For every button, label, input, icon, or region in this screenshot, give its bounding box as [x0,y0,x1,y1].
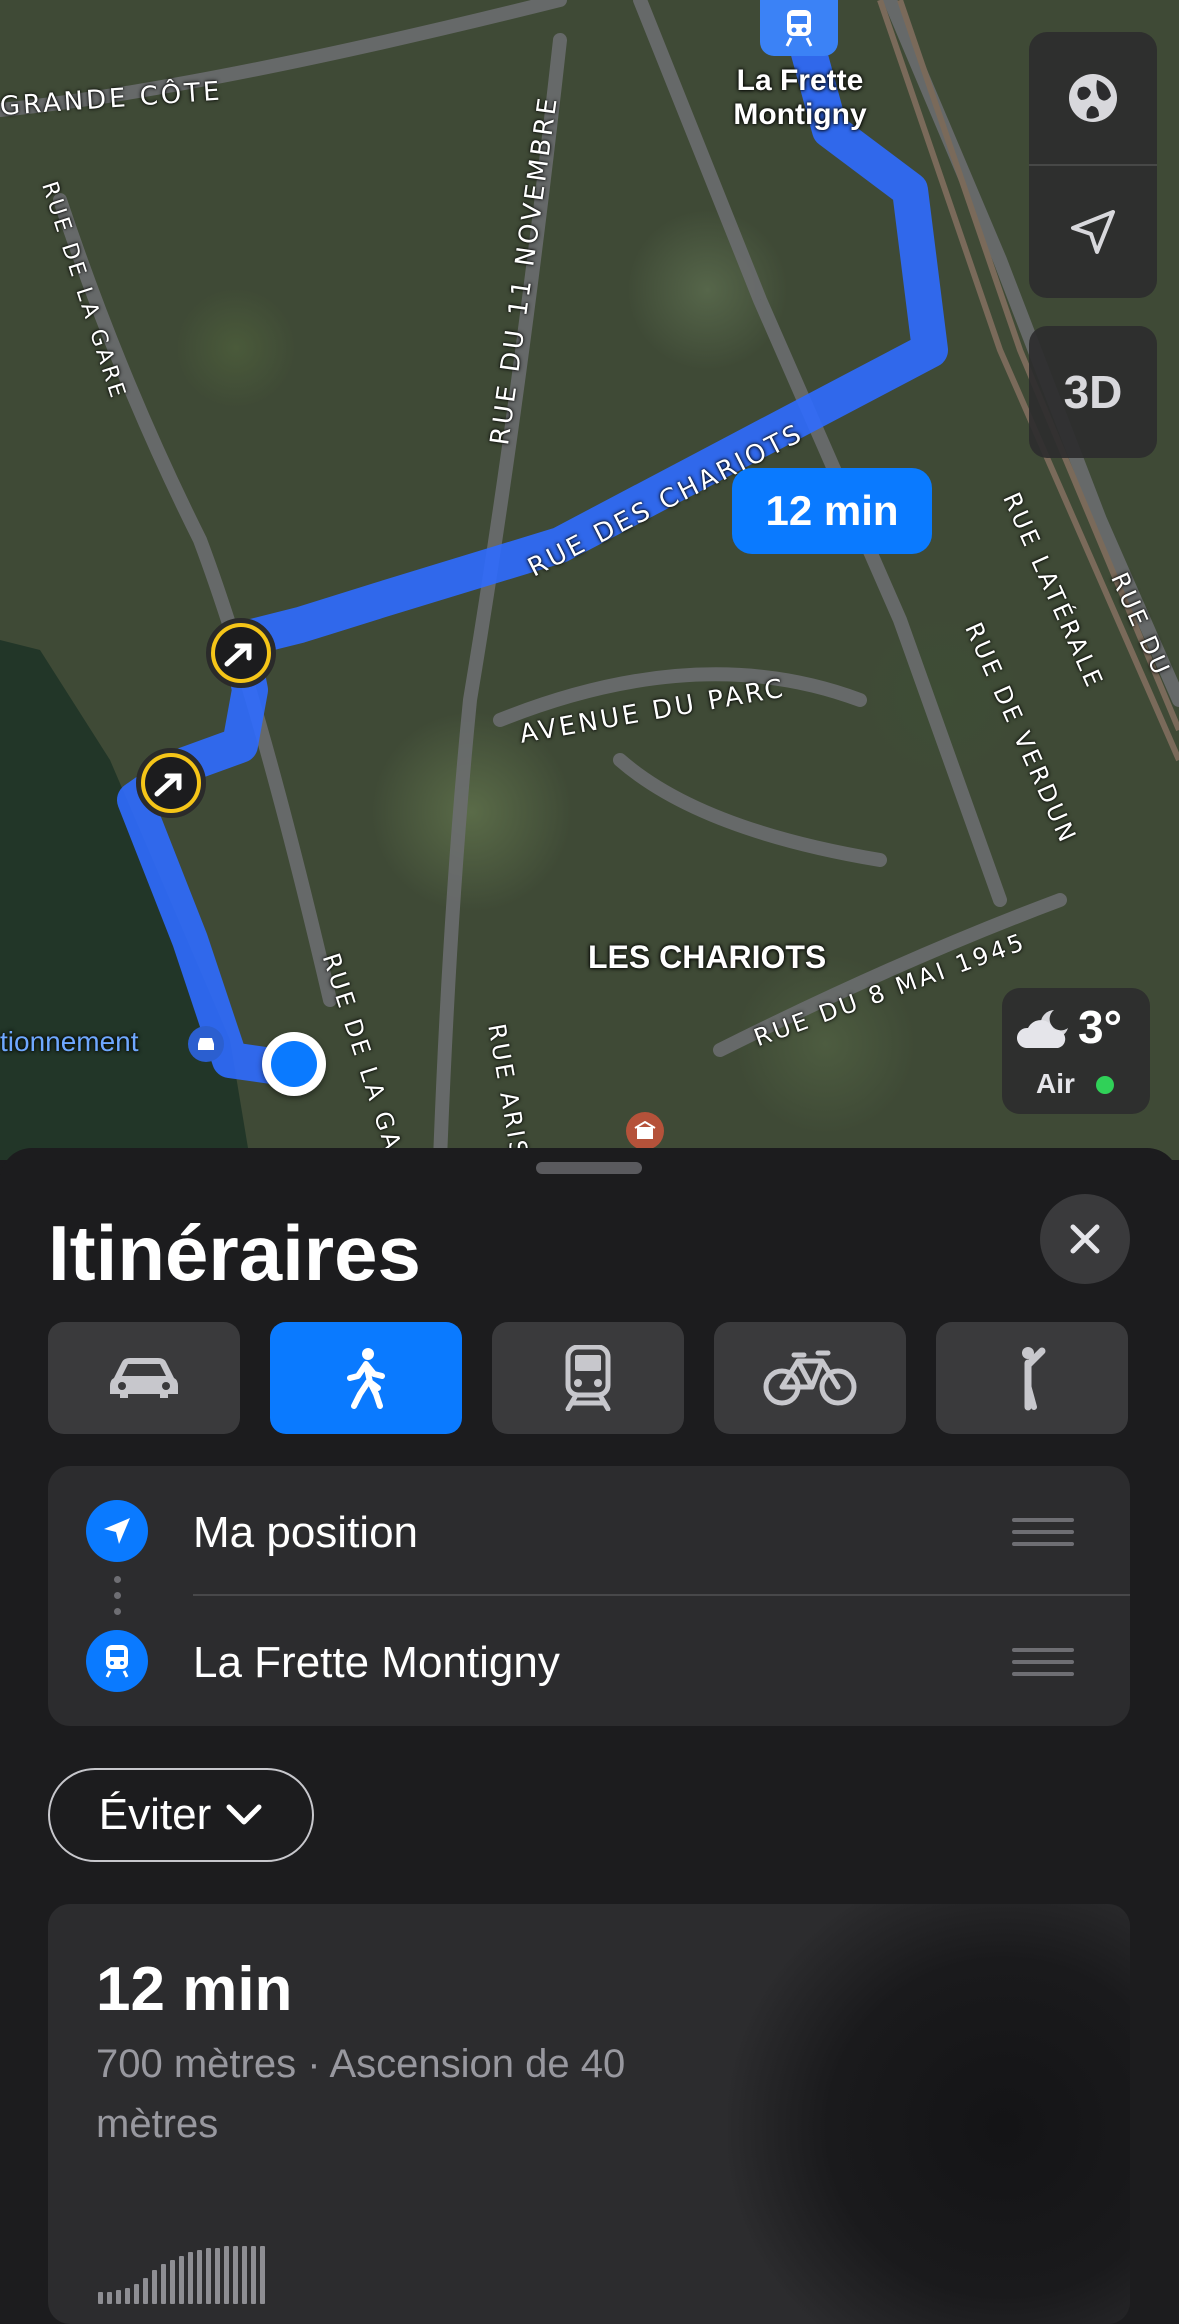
elevation-chart [98,2244,265,2304]
air-quality-status-dot [1096,1076,1114,1094]
origin-row[interactable]: Ma position [48,1466,1130,1596]
track-location-button[interactable] [1029,166,1157,298]
result-time: 12 min [96,1955,293,2024]
result-description: 700 mètres · Ascension de 40 mètres [96,2042,626,2146]
turn-arrow-icon [224,643,252,667]
poi-building-icon[interactable] [626,1112,664,1150]
bicycle-icon [763,1350,857,1406]
area-label: LES CHARIOTS [588,939,827,975]
mode-ride-button[interactable] [936,1322,1128,1434]
route-time-badge[interactable]: 12 min [732,468,932,554]
partly-cloudy-night-icon [1016,1010,1068,1048]
map-canvas [0,0,1179,1160]
location-arrow-icon [1071,210,1115,254]
temperature: 3° [1078,1001,1122,1053]
sheet-title: Itinéraires [48,1209,421,1297]
mode-transit-button[interactable] [492,1322,684,1434]
parking-car-icon[interactable] [188,1026,224,1062]
sheet-grabber[interactable] [536,1162,642,1174]
map-controls [1029,32,1157,298]
turn-marker[interactable] [206,618,276,688]
destination-label-line2: Montigny [733,98,867,131]
map-type-button[interactable] [1029,32,1157,164]
map-view[interactable]: GRANDE CÔTE RUE DE LA GARE RUE DU 11 NOV… [0,0,1179,1160]
train-icon [565,1345,611,1411]
route-endpoints: Ma position La Frette Montigny [48,1466,1130,1726]
close-button[interactable] [1040,1194,1130,1284]
turn-arrow-icon [154,773,182,797]
reorder-handle-icon[interactable] [1012,1648,1074,1684]
person-hail-icon [1022,1347,1046,1411]
user-location-dot[interactable] [262,1032,326,1096]
map-controls-3d: 3D [1029,326,1157,458]
air-quality-label: Air [1036,1068,1075,1099]
redacted-area [728,1904,1130,2324]
destination-label: La Frette Montigny [193,1638,560,1687]
route-result-card[interactable]: 12 min 700 mètres · Ascension de 40 mètr… [48,1904,1130,2324]
destination-row[interactable]: La Frette Montigny [48,1596,1130,1726]
mode-bike-button[interactable] [714,1322,906,1434]
3d-button[interactable]: 3D [1029,326,1157,458]
walk-icon [347,1348,385,1409]
destination-label[interactable]: La Frette Montigny [712,64,888,132]
location-arrow-icon [86,1500,148,1562]
reorder-handle-icon[interactable] [1012,1518,1074,1554]
avoid-button[interactable]: Éviter [48,1768,314,1862]
destination-label-line1: La Frette [736,64,864,97]
lake [0,640,250,1160]
globe-icon [1069,74,1117,122]
mode-car-button[interactable] [48,1322,240,1434]
origin-label: Ma position [193,1508,419,1557]
train-icon [86,1630,148,1692]
close-icon [1070,1224,1100,1254]
mode-walk-button[interactable] [270,1322,462,1434]
turn-marker[interactable] [136,748,206,818]
chevron-down-icon [226,1804,262,1825]
avoid-label: Éviter [98,1790,212,1839]
directions-sheet: Itinéraires Ma position La Frette Montig… [0,1148,1179,2324]
train-station-pin-icon[interactable] [760,0,838,56]
car-icon [110,1358,178,1398]
weather-widget[interactable]: 3° Air [1002,988,1150,1114]
parking-label[interactable]: tionnement [0,1025,139,1059]
